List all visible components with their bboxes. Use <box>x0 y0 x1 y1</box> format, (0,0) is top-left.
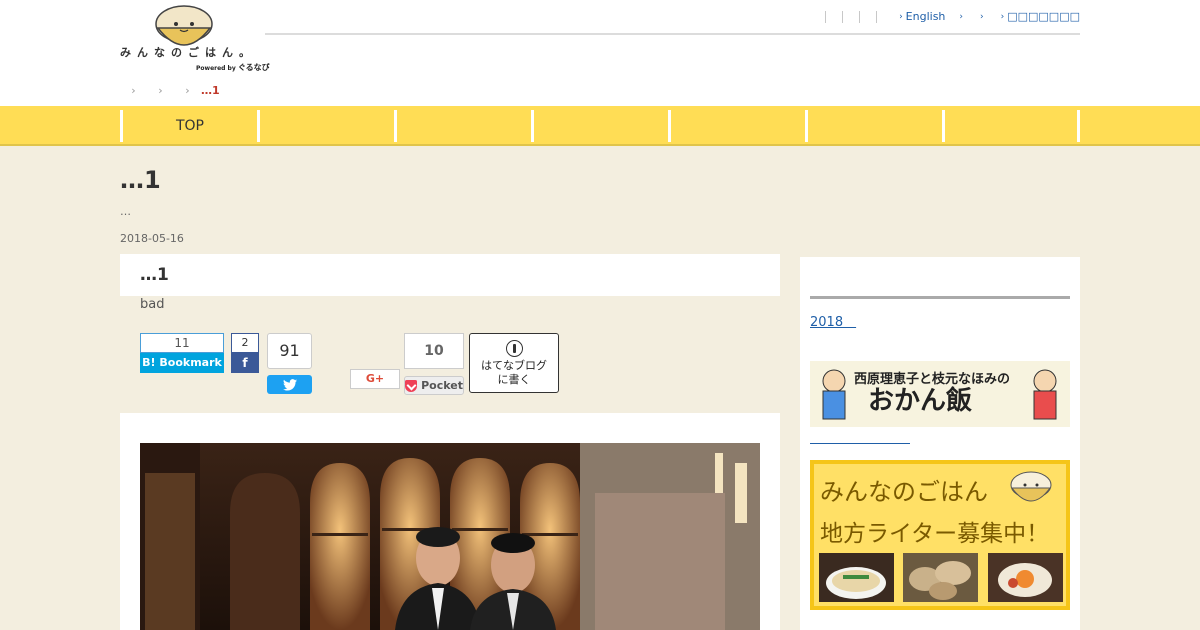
link-separator <box>825 10 827 23</box>
breadcrumb: › › › …1 <box>120 84 220 97</box>
logo-powered-by: Powered by ぐるなび <box>196 62 270 73</box>
twitter-share-button[interactable] <box>267 375 312 394</box>
link-separator <box>859 10 861 23</box>
banner2-line1: みんなのごはん <box>820 478 988 506</box>
powered-by-label: Powered by <box>196 65 236 72</box>
chevron-right-icon: › <box>1000 11 1005 22</box>
hatena-bookmark-count[interactable]: 11 <box>140 333 224 353</box>
rice-bowl-icon <box>1010 471 1052 502</box>
breadcrumb-chevron-icon[interactable]: › <box>174 84 201 97</box>
character-left-icon <box>822 369 846 420</box>
article-heading: …1 <box>140 265 169 285</box>
post-date: 2018-05-16 <box>120 232 184 245</box>
facebook-share-button[interactable]: f <box>231 353 259 373</box>
hatena-blog-label-line2: に書く <box>497 373 531 386</box>
nav-item-7[interactable] <box>942 110 1079 142</box>
pocket-button[interactable]: Pocket <box>404 376 464 395</box>
article-header: …1 <box>120 254 780 296</box>
pocket-icon <box>405 379 418 392</box>
logo-wordmark: みんなのごはん。 <box>120 46 256 59</box>
nav-item-3[interactable] <box>394 110 531 142</box>
hatena-blog-icon <box>505 340 523 357</box>
article-photo <box>140 443 760 630</box>
site-header: みんなのごはん。 Powered by ぐるなび › English › › › □… <box>0 0 1200 106</box>
dish-photo <box>988 553 1063 602</box>
breadcrumb-chevron-icon[interactable]: › <box>147 84 174 97</box>
sidebar-link-underline[interactable] <box>810 443 910 444</box>
character-right-icon <box>1033 369 1057 420</box>
top-links: › English › › › □□□□□□□ <box>817 10 1080 23</box>
article-text: bad <box>140 297 165 312</box>
ramen-photo <box>819 553 894 602</box>
link-separator <box>842 10 844 23</box>
breadcrumb-chevron-icon[interactable]: › <box>120 84 147 97</box>
nav-item-2[interactable] <box>257 110 394 142</box>
writer-recruit-banner[interactable]: みんなのごはん 地方ライター募集中！ <box>810 460 1070 610</box>
twitter-bird-icon <box>282 378 297 391</box>
banner1-title: おかん飯 <box>868 385 972 416</box>
top-link-3[interactable]: › <box>980 12 987 22</box>
facebook-share-count[interactable]: 2 <box>231 333 259 353</box>
nav-divider <box>1077 110 1080 142</box>
link-separator <box>876 10 878 23</box>
top-link-english[interactable]: › English <box>899 10 945 23</box>
sidebar-archive-link[interactable]: 2018 <box>810 311 856 330</box>
pocket-label: Pocket <box>421 379 463 392</box>
chevron-right-icon: › <box>980 11 984 22</box>
bar-interior-photo <box>140 443 760 630</box>
banner1-subtitle: 西原理恵子と枝元なほみの <box>854 371 1010 387</box>
page-subtitle: … <box>120 205 131 218</box>
okan-meshi-banner[interactable]: 西原理恵子と枝元なほみの おかん飯 <box>810 361 1070 427</box>
oyster-photo <box>903 553 978 602</box>
nav-item-4[interactable] <box>531 110 668 142</box>
hatena-blog-button[interactable]: はてなブログ に書く <box>469 333 559 393</box>
nav-item-5[interactable] <box>668 110 805 142</box>
top-link-4[interactable]: › □□□□□□□ <box>1001 10 1080 23</box>
hatena-bookmark-button[interactable]: B! Bookmark <box>140 353 224 373</box>
googleplus-share-button[interactable]: G+ <box>350 369 400 389</box>
pocket-count[interactable]: 10 <box>404 333 464 369</box>
main-nav: TOP <box>0 106 1200 146</box>
breadcrumb-current: …1 <box>201 84 220 97</box>
chevron-right-icon: › <box>959 11 964 22</box>
twitter-share-count[interactable]: 91 <box>267 333 312 369</box>
chevron-right-icon: › <box>899 11 903 22</box>
nav-item-top[interactable]: TOP <box>120 110 257 142</box>
top-link-2[interactable]: › <box>959 12 966 22</box>
banner2-line2: 地方ライター募集中！ <box>820 521 1050 547</box>
site-logo[interactable]: みんなのごはん。 Powered by ぐるなび <box>120 2 270 74</box>
top-link-label: □□□□□□□ <box>1007 10 1080 23</box>
top-link-label: English <box>905 10 946 23</box>
okan-meshi-banner-art: 西原理恵子と枝元なほみの おかん飯 <box>810 361 1070 427</box>
nav-item-6[interactable] <box>805 110 942 142</box>
header-divider <box>265 33 1080 35</box>
sidebar-divider <box>810 296 1070 299</box>
page-title: …1 <box>120 166 161 194</box>
gnavi-label: ぐるなび <box>237 63 270 72</box>
hatena-blog-label-line1: はてなブログ <box>481 359 547 372</box>
